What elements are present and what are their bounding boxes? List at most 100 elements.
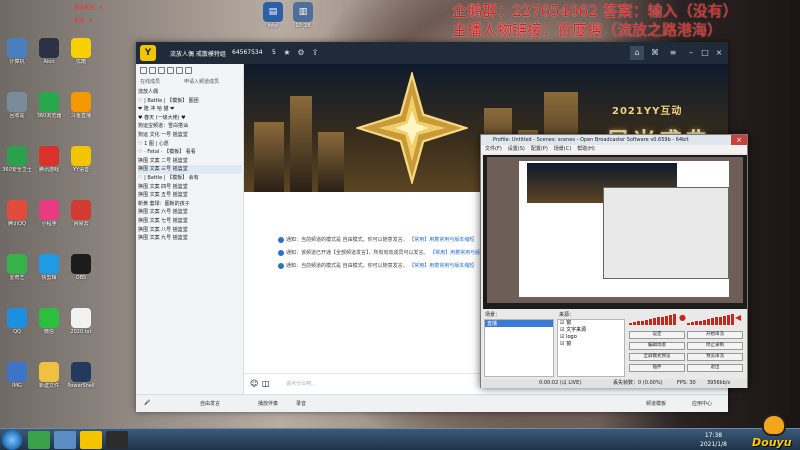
desktop-icon[interactable]: 新建文件 xyxy=(34,362,64,389)
chat-link[interactable]: 【常用】用着常用与版本 xyxy=(430,250,485,256)
free-speak-button[interactable]: 自由发言 xyxy=(200,400,220,407)
desktop-icon[interactable]: 小程序 xyxy=(34,200,64,227)
desktop-icon[interactable]: Aion xyxy=(34,38,64,65)
share-icon[interactable]: ⇪ xyxy=(308,46,322,60)
channel-tree-item[interactable]: 换围 文案 九号 摇篮堂 xyxy=(138,234,242,243)
obs-button[interactable]: 设定 xyxy=(629,331,685,339)
source-item[interactable]: ☑ 窗 xyxy=(558,320,624,327)
channel-tree-item[interactable]: 狗运 文化 一号 摇篮堂 xyxy=(138,131,242,140)
channel-tree-item[interactable]: ♡ · Fetal · 【模板】 看看 xyxy=(138,148,242,157)
channel-tree-item[interactable]: 换围 文案 四号 摇篮堂 xyxy=(138,183,242,192)
mic-volume-meter[interactable] xyxy=(629,313,676,325)
sidebar-tool-icon[interactable] xyxy=(176,67,183,74)
channel-tree-item[interactable]: ♡ 1 图 | 心愿 xyxy=(138,140,242,149)
star-icon[interactable]: ★ xyxy=(280,46,294,60)
obs-button[interactable]: 退出 xyxy=(687,364,743,372)
desktop-icon[interactable]: 腾讯QQ xyxy=(2,200,32,227)
source-item[interactable]: ☑ 窗 xyxy=(558,341,624,348)
desktop-icon[interactable]: 计算机 xyxy=(2,38,32,65)
desktop-icon[interactable]: OBS xyxy=(66,254,96,281)
desktop-volume-meter[interactable] xyxy=(687,313,734,325)
play-accompaniment-button[interactable]: 播放伴奏 xyxy=(258,400,278,407)
channel-tree-item[interactable]: 狗运宝频道：雪白搭讪 xyxy=(138,122,242,131)
close-icon[interactable]: × xyxy=(731,135,747,145)
mic-icon[interactable]: 🎤 xyxy=(144,400,150,406)
gamepad-icon[interactable]: ◫ xyxy=(262,379,270,388)
obs-button[interactable]: 编辑场景 xyxy=(629,342,685,350)
desktop-icon[interactable]: 网易云 xyxy=(66,200,96,227)
obs-button[interactable]: 预览串流 xyxy=(687,353,743,361)
desktop-icon[interactable]: PowerShell xyxy=(66,362,96,389)
tab-apply-members[interactable]: 申请入频道成员 xyxy=(184,78,219,85)
channel-tree-item[interactable]: 换围 文案 六号 摇篮堂 xyxy=(138,208,242,217)
channel-tree-item[interactable]: 新黄 套球：图板的孩子 xyxy=(138,200,242,209)
desktop-icon[interactable]: IMG xyxy=(2,362,32,389)
taskbar-app-icon[interactable] xyxy=(106,431,128,449)
channel-tree-item[interactable]: ❤ 隆 冲 哈 猫 ❤ xyxy=(138,105,242,114)
desktop-icon[interactable]: 360浏览器 xyxy=(34,92,64,119)
obs-button[interactable]: 开始串流 xyxy=(687,331,743,339)
desktop-icon[interactable]: 微信 xyxy=(34,308,64,335)
desktop-icon[interactable]: 斗鱼直播 xyxy=(66,92,96,119)
desktop-icon[interactable]: QQ xyxy=(2,308,32,335)
yy-titlebar[interactable]: Y 流放人偶 戒散模特组 64567534 5 ★ ⚙ ⇪ ⌂ ⌘ ≡ – □ … xyxy=(136,42,728,64)
obs-button[interactable]: 插件 xyxy=(629,364,685,372)
channel-tree-item[interactable]: 流放人偶 xyxy=(138,88,242,97)
channel-tree-item[interactable]: 换围 文案 七号 摇篮堂 xyxy=(138,217,242,226)
taskbar-app-icon[interactable] xyxy=(80,431,102,449)
obs-menu-item[interactable]: 场景(C) xyxy=(554,145,571,153)
obs-menu-item[interactable]: 设置(S) xyxy=(508,145,525,153)
sidebar-tool-icon[interactable] xyxy=(149,67,156,74)
settings-icon[interactable]: ⚙ xyxy=(294,46,308,60)
record-button[interactable]: 录音 xyxy=(296,400,306,407)
sidebar-tool-icon[interactable] xyxy=(158,67,165,74)
obs-menu-item[interactable]: 帮助(H) xyxy=(577,145,595,153)
channel-tree-item[interactable]: 换围 文案 八号 摇篮堂 xyxy=(138,226,242,235)
mic-icon[interactable]: ● xyxy=(679,313,686,322)
taskbar-app-icon[interactable] xyxy=(54,431,76,449)
maximize-icon[interactable]: □ xyxy=(698,46,712,60)
source-item[interactable]: ☑ logo xyxy=(558,334,624,341)
minimize-icon[interactable]: – xyxy=(684,46,698,60)
desktop-icon[interactable]: 爱奇艺 xyxy=(2,254,32,281)
desktop-icon[interactable]: 2020.txt xyxy=(66,308,96,335)
desktop-icon[interactable]: 优酷 xyxy=(66,38,96,65)
channel-tree-item[interactable]: 换围 文案 五号 摇篮堂 xyxy=(138,191,242,200)
sidebar-tool-icon[interactable] xyxy=(140,67,147,74)
chat-input[interactable]: 说点什么吧... xyxy=(286,380,316,387)
obs-menu-item[interactable]: 文件(F) xyxy=(485,145,502,153)
sources-list[interactable]: ☑ 窗 ☑ 文字来源 ☑ logo ☑ 窗 xyxy=(557,319,625,377)
desktop-icon[interactable]: 360安全卫士 xyxy=(2,146,32,173)
desktop-icon[interactable]: 腾讯游戏 xyxy=(34,146,64,173)
desktop-icon-folder[interactable]: ▥ 10_28 xyxy=(288,2,318,29)
sidebar-tool-icon[interactable] xyxy=(185,67,192,74)
obs-titlebar[interactable]: Profile: Untitled - Scenes: scenes - Ope… xyxy=(481,135,747,145)
channel-tree-item[interactable]: ♡ | Battle | 【模板】 图团 xyxy=(138,97,242,106)
scene-item[interactable]: 直播 xyxy=(485,320,553,327)
obs-button[interactable]: 停止录制 xyxy=(687,342,743,350)
taskbar-app-icon[interactable] xyxy=(28,431,50,449)
desktop-icon[interactable]: 快剪辑 xyxy=(34,254,64,281)
desktop-icon[interactable]: YY语音 xyxy=(66,146,96,173)
gamepad-icon[interactable]: ⌘ xyxy=(648,46,662,60)
obs-button[interactable]: 全屏模式预览 xyxy=(629,353,685,361)
channel-tree-item[interactable]: ♡ | Battle | 【模板】 会有 xyxy=(138,174,242,183)
channel-tree-item[interactable]: 换围 文案 三号 摇篮堂 xyxy=(138,165,242,174)
start-button[interactable] xyxy=(2,430,22,450)
channel-tree-item[interactable]: ♥ 春天 (一级大佬) ♥ xyxy=(138,114,242,123)
channel-tree-item[interactable]: 换围 文案 二号 摇篮堂 xyxy=(138,157,242,166)
tab-online-members[interactable]: 在线成员 xyxy=(140,78,160,85)
sidebar-tool-icon[interactable] xyxy=(167,67,174,74)
source-item[interactable]: ☑ 文字来源 xyxy=(558,327,624,334)
emoji-icon[interactable]: ☺ xyxy=(250,379,258,388)
chat-link[interactable]: 【常用】用着常用与版本缩短 xyxy=(409,263,474,269)
taskbar-clock[interactable]: 17:38 2021/1/8 xyxy=(700,431,727,449)
desktop-icon-intel[interactable]: ▤ Intel xyxy=(258,2,288,29)
obs-menu-item[interactable]: 配置(P) xyxy=(531,145,548,153)
desktop-icon[interactable]: 回收站 xyxy=(2,92,32,119)
speaker-icon[interactable]: ◀ xyxy=(735,313,741,322)
home-icon[interactable]: ⌂ xyxy=(630,46,644,60)
menu-icon[interactable]: ≡ xyxy=(666,46,680,60)
close-icon[interactable]: × xyxy=(712,46,726,60)
app-center-button[interactable]: 应用中心 xyxy=(692,400,712,407)
